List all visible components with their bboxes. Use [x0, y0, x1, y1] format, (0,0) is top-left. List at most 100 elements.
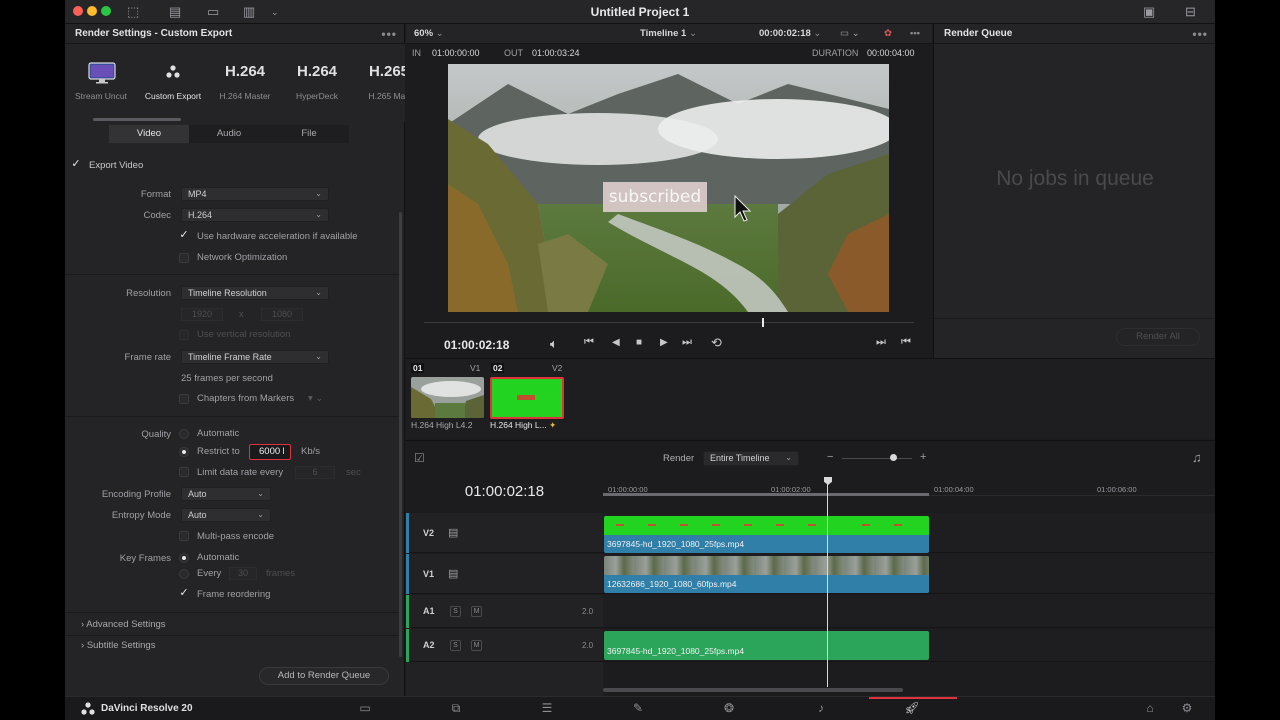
enc-profile-select[interactable]: Auto ⌄ — [181, 487, 271, 501]
play-icon[interactable]: ▶ — [660, 337, 668, 348]
video-preview[interactable]: subscribed — [448, 64, 889, 312]
codec-select[interactable]: H.264 ⌄ — [181, 208, 329, 222]
preset-custom-export[interactable]: Custom Export — [137, 44, 209, 122]
render-range-select[interactable]: Entire Timeline ⌄ — [703, 451, 799, 466]
track-header-v1[interactable]: V1 ▤ — [406, 554, 603, 594]
kf-every-field[interactable]: 30 — [229, 567, 257, 580]
preset-scrollbar[interactable] — [93, 118, 181, 121]
color-page-icon[interactable]: ❂ — [717, 701, 741, 715]
multipass-checkbox[interactable] — [179, 531, 189, 541]
advanced-settings-toggle[interactable]: › Advanced Settings — [81, 619, 166, 630]
resolution-select[interactable]: Timeline Resolution ⌄ — [181, 286, 329, 300]
limit-rate-field[interactable]: 6 — [295, 466, 335, 479]
loop-icon[interactable]: ⟲ — [711, 335, 722, 351]
vertical-res-checkbox[interactable] — [179, 330, 189, 340]
restrict-radio[interactable] — [179, 447, 189, 457]
zoom-in-icon[interactable]: + — [920, 451, 926, 463]
preset-h264-master[interactable]: H.264 H.264 Master — [209, 44, 281, 122]
frame-reorder-checkbox[interactable]: ✓ — [179, 588, 189, 599]
edit-page-icon[interactable]: ☰ — [535, 701, 559, 715]
preset-hyperdeck[interactable]: H.264 HyperDeck — [281, 44, 353, 122]
media-page-icon[interactable]: ▭ — [353, 701, 377, 715]
render-settings-panel: Render Settings - Custom Export ••• Strea… — [65, 24, 405, 696]
export-video-checkbox[interactable]: ✓ — [71, 159, 81, 170]
playhead-line[interactable] — [827, 483, 828, 687]
timeline-scrollbar[interactable] — [603, 688, 903, 692]
res-width-field[interactable]: 1920 — [181, 308, 223, 321]
res-height-field[interactable]: 1080 — [261, 308, 303, 321]
prev-edit-icon[interactable]: ⏮︎ — [901, 336, 911, 349]
timeline-select[interactable]: Timeline 1 ⌄ — [640, 24, 697, 44]
color-wheel-icon[interactable]: ✿ — [884, 24, 892, 44]
render-all-button[interactable]: Render All — [1116, 328, 1200, 346]
kf-every-radio[interactable] — [179, 569, 189, 579]
chapters-checkbox[interactable] — [179, 394, 189, 404]
entropy-select[interactable]: Auto ⌄ — [181, 508, 271, 522]
clip-v2-thumbnails — [604, 516, 929, 535]
audio-meter-icon[interactable]: ♫ — [1192, 450, 1202, 465]
mute-button[interactable]: M — [471, 640, 482, 651]
export-video-label: Export Video — [89, 160, 144, 171]
scrubber-track[interactable] — [424, 322, 914, 323]
tab-audio[interactable]: Audio — [189, 125, 269, 143]
track-header-v2[interactable]: V2 ▤ — [406, 513, 603, 553]
go-to-start-icon[interactable]: ⏮︎ — [584, 336, 594, 349]
vertical-res-label: Use vertical resolution — [197, 329, 291, 340]
limit-rate-checkbox[interactable] — [179, 467, 189, 477]
go-to-end-icon[interactable]: ⏭︎ — [682, 336, 692, 349]
clip-v1[interactable]: 12632686_1920_1080_60fps.mp4 — [604, 556, 929, 593]
settings-scrollbar[interactable] — [399, 212, 402, 657]
format-select[interactable]: MP4 ⌄ — [181, 187, 329, 201]
timeline-panel: ☑ Render Entire Timeline ⌄ − + ♫ 01:00:02… — [406, 440, 1215, 697]
zoom-out-icon[interactable]: − — [827, 451, 833, 463]
timeline-ruler[interactable]: 01:00:00:00 01:00:02:00 01:00:04:00 01:0… — [603, 474, 1215, 496]
clip-thumbnail-2[interactable] — [490, 377, 564, 419]
film-icon[interactable]: ▤ — [448, 526, 458, 539]
subtitle-settings-toggle[interactable]: › Subtitle Settings — [81, 640, 155, 651]
mute-button[interactable]: M — [471, 606, 482, 617]
next-edit-icon[interactable]: ⏭︎ — [876, 336, 886, 349]
tab-video[interactable]: Video — [109, 125, 189, 143]
deliver-page-icon[interactable]: 🚀︎ — [900, 701, 924, 715]
clip-a2[interactable]: 3697845-hd_1920_1080_25fps.mp4 — [604, 631, 929, 660]
solo-button[interactable]: S — [450, 606, 461, 617]
volume-icon[interactable]: 🔈︎ — [550, 336, 558, 352]
track-lane-a1 — [603, 595, 1215, 628]
timeline-options-icon[interactable]: ☑ — [414, 451, 425, 465]
quality-auto-radio[interactable] — [179, 429, 189, 439]
collapse-icon[interactable]: ⊟ — [1185, 4, 1196, 20]
home-icon[interactable]: ⌂ — [1138, 701, 1162, 715]
track-header-a1[interactable]: A1 S M 2.0 — [406, 595, 603, 628]
network-opt-checkbox[interactable] — [179, 253, 189, 263]
more-options-icon[interactable]: ••• — [1192, 24, 1208, 44]
track-color-bar — [406, 513, 409, 553]
clip-v2[interactable]: 3697845-hd_1920_1080_25fps.mp4 — [604, 516, 929, 553]
hw-accel-checkbox[interactable]: ✓ — [179, 230, 189, 241]
settings-gear-icon[interactable]: ⚙ — [1175, 701, 1199, 715]
stop-icon[interactable]: ■ — [636, 337, 642, 348]
frame-rate-select[interactable]: Timeline Frame Rate ⌄ — [181, 350, 329, 364]
zoom-select[interactable]: 60% ⌄ — [414, 24, 444, 44]
monitor-output-icon[interactable]: ▭ ⌄ — [840, 24, 860, 44]
play-reverse-icon[interactable]: ◀ — [612, 337, 620, 348]
tab-file[interactable]: File — [269, 125, 349, 143]
track-header-a2[interactable]: A2 S M 2.0 — [406, 629, 603, 662]
zoom-slider[interactable] — [842, 458, 912, 459]
film-icon[interactable]: ▤ — [448, 567, 458, 580]
more-options-icon[interactable]: ••• — [381, 24, 397, 44]
preset-h265-master[interactable]: H.265 H.265 Mas — [353, 44, 405, 122]
kf-auto-radio[interactable] — [179, 553, 189, 563]
scrubber-handle[interactable] — [762, 318, 765, 327]
bitrate-input[interactable]: 6000 Ι — [249, 444, 291, 460]
more-options-icon[interactable]: ••• — [910, 24, 920, 44]
marker-icon[interactable]: ▾ ⌄ — [308, 393, 323, 404]
solo-button[interactable]: S — [450, 640, 461, 651]
add-to-render-queue-button[interactable]: Add to Render Queue — [259, 667, 389, 685]
preset-stream-uncut[interactable]: Stream Uncut — [65, 44, 137, 122]
cut-page-icon[interactable]: ⧉ — [444, 701, 468, 716]
zoom-slider-handle[interactable] — [890, 454, 897, 461]
fusion-page-icon[interactable]: ✎ — [626, 701, 650, 715]
fullscreen-icon[interactable]: ▣ — [1143, 4, 1155, 20]
fairlight-page-icon[interactable]: ♪ — [809, 701, 833, 715]
clip-thumbnail-1[interactable] — [411, 377, 484, 418]
